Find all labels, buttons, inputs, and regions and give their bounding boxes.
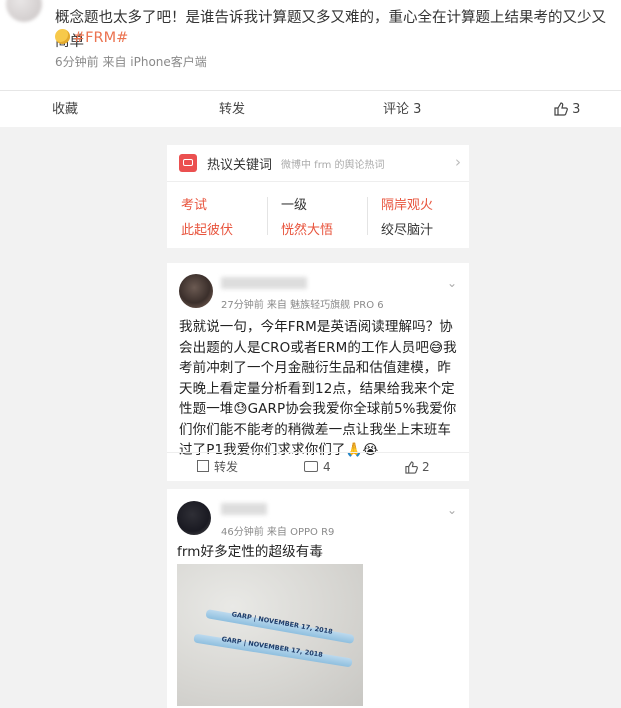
hot-keywords-header[interactable]: 热议关键词 微博中 frm 的舆论热词 ›: [167, 145, 469, 182]
keyword[interactable]: 一级: [281, 194, 307, 213]
post-text: 概念题也太多了吧！是谁告诉我计算题又多又难的，重心全在计算题上结果考的又少又简单: [55, 10, 606, 50]
avatar[interactable]: [6, 0, 42, 22]
weibo-post: 46分钟前 来自 OPPO R9 ⌄ frm好多定性的超级有毒 GARP | N…: [167, 489, 469, 708]
topic-tag-frm[interactable]: #FRM#: [55, 26, 128, 50]
avatar[interactable]: [179, 274, 213, 308]
keyword[interactable]: 恍然大悟: [281, 219, 333, 238]
keyword[interactable]: 考试: [181, 194, 207, 213]
post-action-bar: 收藏 转发 评论 3 3: [0, 90, 621, 128]
chevron-down-icon[interactable]: ⌄: [447, 503, 457, 517]
keyword[interactable]: 此起彼伏: [181, 219, 233, 238]
topic-tag-label: #FRM#: [73, 30, 129, 46]
avatar[interactable]: [177, 501, 211, 535]
keyword[interactable]: 隔岸观火: [381, 194, 433, 213]
repost-button[interactable]: 转发: [219, 91, 245, 128]
hot-keywords-subtitle: 微博中 frm 的舆论热词: [281, 160, 385, 171]
thumbs-up-icon: [554, 102, 568, 116]
chevron-down-icon[interactable]: ⌄: [447, 276, 457, 290]
like-button[interactable]: 2: [405, 453, 430, 481]
post-text: 我就说一句，今年FRM是英语阅读理解吗？协会出题的人是CRO或者ERM的工作人员…: [179, 319, 457, 458]
repost-label: 转发: [214, 460, 239, 474]
comment-count: 4: [323, 460, 331, 474]
emoji-icon: [55, 29, 70, 44]
username-blurred[interactable]: [221, 503, 267, 515]
hot-keywords-card: 热议关键词 微博中 frm 的舆论热词 › 考试 此起彼伏 一级 恍然大悟 隔岸…: [167, 145, 469, 248]
comment-button[interactable]: 4: [304, 453, 331, 481]
comment-icon: [304, 461, 318, 472]
repost-button[interactable]: 转发: [197, 453, 238, 481]
post-photo[interactable]: GARP | NOVEMBER 17, 2018 GARP | NOVEMBER…: [177, 564, 363, 706]
post-text: frm好多定性的超级有毒: [177, 544, 323, 560]
edit-icon: [197, 460, 209, 472]
like-button[interactable]: 3: [554, 91, 580, 128]
keyword[interactable]: 绞尽脑汁: [381, 219, 433, 238]
divider: [367, 197, 368, 235]
favorite-button[interactable]: 收藏: [52, 91, 78, 128]
top-post-card: 概念题也太多了吧！是谁告诉我计算题又多又难的，重心全在计算题上结果考的又少又简单…: [0, 0, 621, 127]
chevron-right-icon: ›: [455, 153, 461, 171]
post-action-bar: 转发 4 2: [167, 452, 469, 481]
like-count: 3: [572, 102, 581, 117]
post-meta: 27分钟前 来自 魅族轻巧旗舰 PRO 6: [221, 300, 384, 311]
comment-button[interactable]: 评论 3: [383, 91, 421, 128]
weibo-post: 27分钟前 来自 魅族轻巧旗舰 PRO 6 ⌄ 我就说一句，今年FRM是英语阅读…: [167, 263, 469, 481]
like-count: 2: [422, 460, 430, 474]
post-meta: 46分钟前 来自 OPPO R9: [221, 527, 335, 538]
post-meta: 6分钟前 来自 iPhone客户端: [55, 55, 207, 69]
username-blurred[interactable]: [221, 277, 307, 289]
chat-bubble-icon: [179, 154, 197, 172]
hot-keywords-title: 热议关键词: [207, 158, 273, 173]
divider: [267, 197, 268, 235]
thumbs-up-icon: [405, 461, 418, 474]
